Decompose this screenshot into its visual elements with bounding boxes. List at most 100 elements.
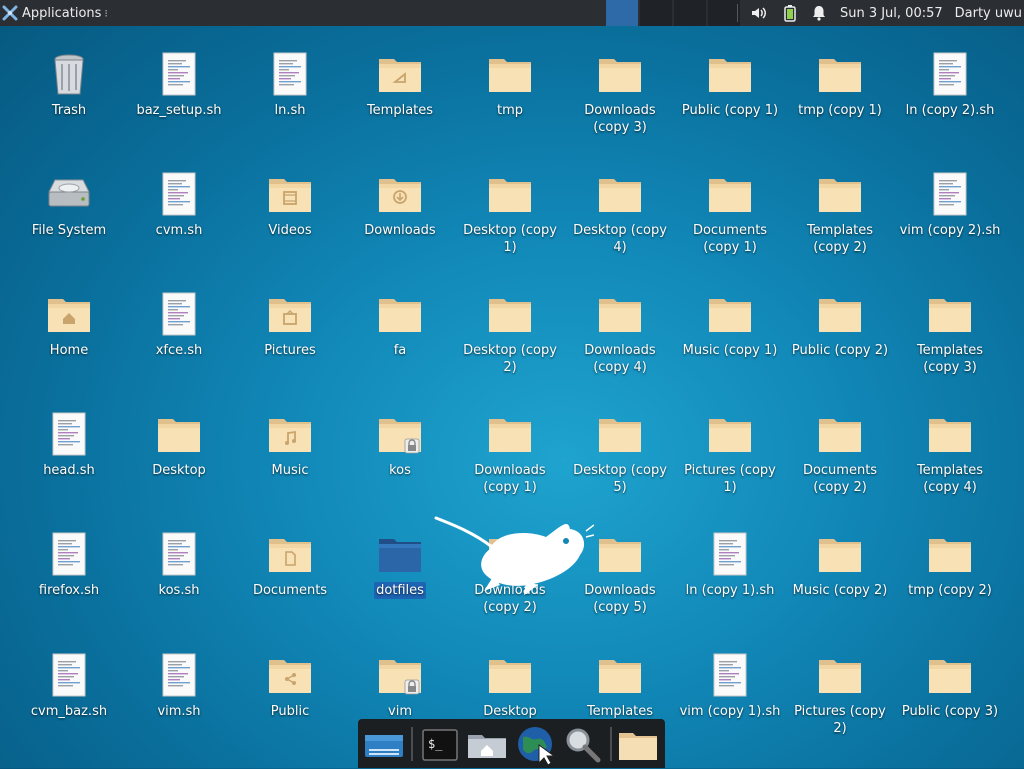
notifications-bell-icon[interactable]: [812, 5, 826, 21]
workspace-2[interactable]: [640, 0, 672, 26]
desktop-icon[interactable]: tmp (copy 2): [895, 530, 1005, 599]
desktop-icon-label: vim.sh: [157, 704, 201, 719]
desktop-icon[interactable]: Downloads (copy 1): [455, 410, 565, 496]
folder-icon: [816, 290, 864, 338]
desktop-icon[interactable]: Documents (copy 1): [675, 170, 785, 256]
shell-script-file-icon: [706, 530, 754, 578]
top-panel: Applications ⁝ Sun 3 Jul, 00:57 Darty uw…: [0, 0, 1024, 26]
desktop-icon[interactable]: ln.sh: [235, 50, 345, 119]
desktop-icon[interactable]: kos.sh: [124, 530, 234, 599]
desktop-icon[interactable]: Downloads: [345, 170, 455, 239]
music-folder-icon: [266, 410, 314, 458]
desktop-icon[interactable]: Templates (copy 4): [895, 410, 1005, 496]
desktop-icon[interactable]: Desktop (copy 1): [455, 170, 565, 256]
home-folder-icon[interactable]: [465, 723, 509, 765]
desktop-icon[interactable]: vim.sh: [124, 651, 234, 720]
shell-script-file-icon: [45, 651, 93, 699]
trash-icon: [45, 50, 93, 98]
tray-separator: [736, 4, 738, 22]
desktop-icon[interactable]: Pictures: [235, 290, 345, 359]
shell-script-file-icon: [155, 651, 203, 699]
desktop-icon[interactable]: kos: [345, 410, 455, 479]
desktop-icon[interactable]: xfce.sh: [124, 290, 234, 359]
desktop-icon-label: Pictures (copy 2): [794, 704, 886, 736]
user-menu[interactable]: Darty uwu: [955, 6, 1022, 21]
show-desktop-icon[interactable]: [362, 723, 406, 765]
desktop-icon-label: head.sh: [43, 463, 95, 478]
desktop-icon[interactable]: Music (copy 2): [785, 530, 895, 599]
desktop-icon-label: Templates (copy 2): [806, 223, 874, 255]
desktop-icon[interactable]: Public (copy 3): [895, 651, 1005, 720]
desktop-icon[interactable]: Documents (copy 2): [785, 410, 895, 496]
panel-clock[interactable]: Sun 3 Jul, 00:57: [840, 6, 943, 21]
folder-icon: [596, 170, 644, 218]
desktop-icon-label: vim (copy 2).sh: [899, 223, 1001, 238]
desktop-icon[interactable]: fa: [345, 290, 455, 359]
desktop-icon[interactable]: Public (copy 1): [675, 50, 785, 119]
desktop-icon-label: Templates (copy 4): [916, 463, 984, 495]
desktop-icon[interactable]: tmp (copy 1): [785, 50, 895, 119]
documents-folder-icon: [266, 530, 314, 578]
desktop-icon[interactable]: head.sh: [14, 410, 124, 479]
desktop-icon[interactable]: vim (copy 2).sh: [895, 170, 1005, 239]
shell-script-file-icon: [706, 651, 754, 699]
desktop-icon[interactable]: Documents: [235, 530, 345, 599]
desktop-icon[interactable]: Desktop (copy 4): [565, 170, 675, 256]
desktop-icon-label: ln (copy 2).sh: [905, 103, 995, 118]
desktop-icon[interactable]: Desktop (copy 5): [565, 410, 675, 496]
desktop-icon-label: Pictures (copy 1): [684, 463, 776, 495]
desktop-icon-label: Trash: [51, 103, 87, 118]
desktop-icon[interactable]: Templates (copy 2): [785, 170, 895, 256]
folder-icon[interactable]: [616, 723, 660, 765]
desktop-icon[interactable]: Pictures (copy 1): [675, 410, 785, 496]
desktop-icon-label: tmp (copy 1): [798, 103, 882, 118]
folder-icon: [816, 651, 864, 699]
desktop-icon[interactable]: cvm.sh: [124, 170, 234, 239]
workspace-1[interactable]: [606, 0, 638, 26]
desktop-icon[interactable]: Desktop (copy 2): [455, 290, 565, 376]
terminal-icon[interactable]: $_: [418, 723, 462, 765]
desktop-icon[interactable]: Home: [14, 290, 124, 359]
folder-icon: [376, 530, 424, 578]
applications-menu[interactable]: Applications ⁝: [0, 0, 114, 26]
web-browser-icon[interactable]: [513, 723, 557, 766]
desktop-icon[interactable]: File System: [14, 170, 124, 239]
desktop-icon[interactable]: Music (copy 1): [675, 290, 785, 359]
desktop-icon[interactable]: Downloads (copy 3): [565, 50, 675, 136]
desktop-icon[interactable]: Templates: [345, 50, 455, 119]
folder-icon: [706, 170, 754, 218]
workspace-3[interactable]: [674, 0, 706, 26]
battery-icon[interactable]: [784, 4, 796, 22]
desktop-icon[interactable]: vim (copy 1).sh: [675, 651, 785, 720]
desktop-icon[interactable]: Music: [235, 410, 345, 479]
desktop-icon-label: Pictures: [264, 343, 316, 358]
desktop-icon[interactable]: cvm_baz.sh: [14, 651, 124, 720]
folder-icon: [376, 290, 424, 338]
desktop-icon[interactable]: Downloads (copy 4): [565, 290, 675, 376]
desktop-icon[interactable]: Templates (copy 3): [895, 290, 1005, 376]
desktop-icon[interactable]: Trash: [14, 50, 124, 119]
app-finder-icon[interactable]: [561, 723, 605, 765]
folder-icon: [926, 530, 974, 578]
pictures-folder-icon: [266, 290, 314, 338]
desktop-icon[interactable]: firefox.sh: [14, 530, 124, 599]
desktop-icon[interactable]: Videos: [235, 170, 345, 239]
desktop-icon[interactable]: ln (copy 1).sh: [675, 530, 785, 599]
folder-icon: [486, 170, 534, 218]
desktop-icon[interactable]: baz_setup.sh: [124, 50, 234, 119]
desktop-icon[interactable]: Public: [235, 651, 345, 720]
desktop-icon[interactable]: Public (copy 2): [785, 290, 895, 359]
volume-icon[interactable]: [750, 5, 768, 21]
desktop-icon[interactable]: Templates: [565, 651, 675, 720]
desktop-icon-label: vim: [388, 704, 412, 719]
desktop-icon[interactable]: ln (copy 2).sh: [895, 50, 1005, 119]
desktop-icon[interactable]: Desktop: [124, 410, 234, 479]
desktop-icon[interactable]: tmp: [455, 50, 565, 119]
desktop-icon-label: Home: [49, 343, 89, 358]
desktop-icon-label: tmp: [496, 103, 523, 118]
desktop-icon[interactable]: Desktop: [455, 651, 565, 720]
desktop-icon-label: Public (copy 1): [681, 103, 779, 118]
folder-icon: [816, 530, 864, 578]
desktop-icon[interactable]: Pictures (copy 2): [785, 651, 895, 737]
desktop-icon[interactable]: vim: [345, 651, 455, 720]
